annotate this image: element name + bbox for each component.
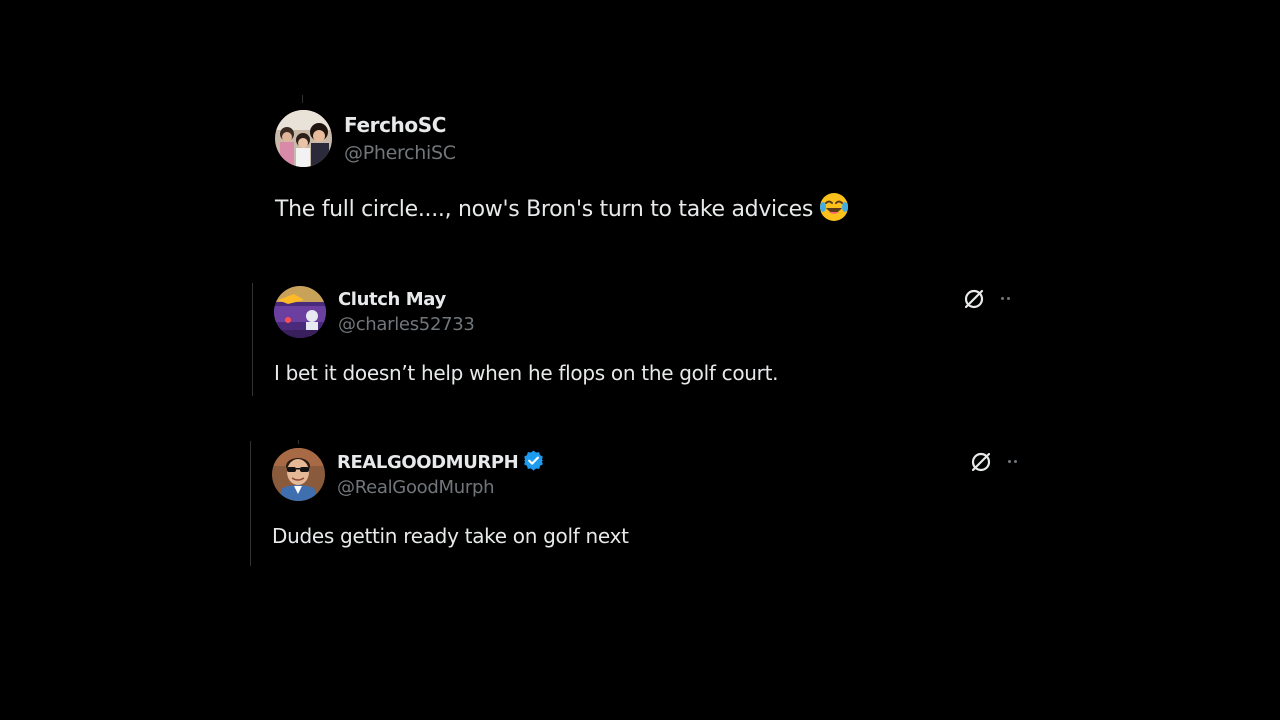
- tweet-text: The full circle...., now's Bron's turn t…: [275, 192, 849, 228]
- face-with-tears-of-joy-icon: [819, 192, 849, 228]
- display-name[interactable]: Clutch May: [338, 289, 446, 310]
- display-name[interactable]: FerchoSC: [344, 113, 446, 137]
- tweet-text: I bet it doesn’t help when he flops on t…: [274, 361, 779, 385]
- user-handle[interactable]: @RealGoodMurph: [337, 477, 494, 498]
- avatar[interactable]: [275, 110, 332, 167]
- verified-badge-icon: [522, 449, 545, 476]
- grok-icon[interactable]: [963, 288, 985, 310]
- tweet-text: Dudes gettin ready take on golf next: [272, 524, 629, 548]
- name-row: FerchoSC: [344, 113, 446, 137]
- more-icon[interactable]: [1008, 460, 1017, 463]
- display-name[interactable]: REALGOODMURPH: [337, 452, 519, 473]
- group-photo-avatar-icon: [275, 110, 332, 167]
- tweet-text-content: The full circle...., now's Bron's turn t…: [275, 197, 814, 222]
- avatar[interactable]: [274, 286, 326, 338]
- reply-thread-line-2: [250, 441, 251, 566]
- man-sunglasses-avatar-icon: [272, 448, 325, 501]
- thread-connector-top: [302, 95, 303, 103]
- name-row: Clutch May: [338, 288, 446, 310]
- user-handle[interactable]: @charles52733: [338, 314, 475, 335]
- name-row: REALGOODMURPH: [337, 449, 545, 476]
- avatar[interactable]: [272, 448, 325, 501]
- purple-gold-graphic-avatar-icon: [274, 286, 326, 338]
- user-handle[interactable]: @PherchiSC: [344, 142, 456, 164]
- thread-connector-small: [298, 440, 299, 444]
- more-icon[interactable]: [1001, 297, 1010, 300]
- grok-icon[interactable]: [970, 451, 992, 473]
- reply-thread-line: [252, 283, 253, 396]
